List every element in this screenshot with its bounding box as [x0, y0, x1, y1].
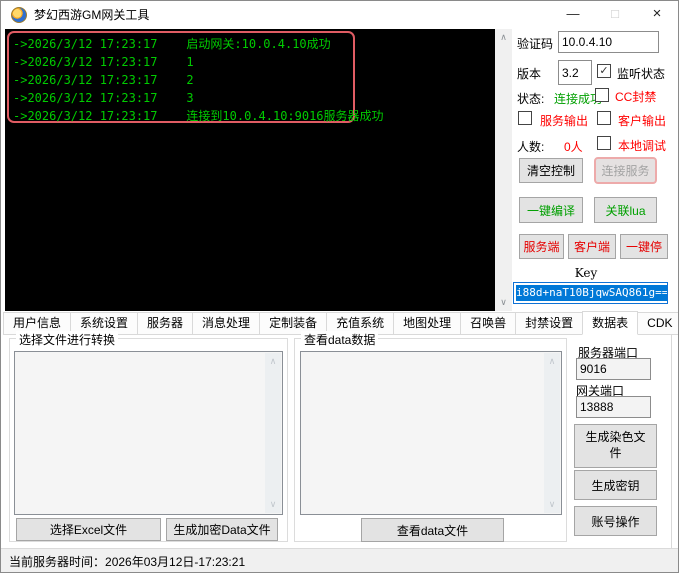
scroll-up-icon[interactable]: ∧: [265, 353, 281, 370]
server-output-label: 服务输出: [540, 112, 588, 129]
tab-message-handling[interactable]: 消息处理: [192, 312, 260, 334]
tab-summon-beast[interactable]: 召唤兽: [460, 312, 516, 334]
log-line: ->2026/3/12 17:23:17 启动网关:10.0.4.10成功: [13, 35, 384, 53]
log-line: ->2026/3/12 17:23:17 连接到10.0.4.10:9016服务…: [13, 107, 384, 125]
data-listbox[interactable]: ∧ ∨: [300, 351, 562, 515]
app-window: 梦幻西游GM网关工具 — □ × ->2026/3/12 17:23:17 启动…: [0, 0, 679, 573]
convert-groupbox: 选择文件进行转换 ∧ ∨ 选择Excel文件 生成加密Data文件: [9, 338, 288, 542]
close-icon[interactable]: ×: [636, 1, 678, 29]
cc-ban-checkbox[interactable]: [595, 88, 609, 102]
user-count-value: 0人: [564, 138, 583, 155]
server-output-checkbox[interactable]: [518, 111, 532, 125]
log-line: ->2026/3/12 17:23:17 3: [13, 89, 384, 107]
scroll-down-icon[interactable]: ∨: [544, 496, 560, 513]
link-lua-button[interactable]: 关联lua: [594, 197, 657, 223]
view-data-groupbox: 查看data数据 ∧ ∨ 查看data文件: [294, 338, 567, 542]
local-debug-label: 本地调试: [618, 137, 666, 154]
scroll-down-icon[interactable]: ∨: [495, 294, 512, 311]
compile-button[interactable]: 一键编译: [519, 197, 583, 223]
local-debug-checkbox[interactable]: [597, 136, 611, 150]
listen-status-label: 监听状态: [617, 65, 665, 82]
log-line: ->2026/3/12 17:23:17 2: [13, 71, 384, 89]
client-output-label: 客户输出: [618, 112, 666, 129]
file-listbox-scrollbar[interactable]: ∧ ∨: [265, 353, 281, 513]
scroll-up-icon[interactable]: ∧: [495, 29, 512, 46]
server-time-value: 2026年03月12日-17:23:21: [105, 553, 245, 570]
user-count-label: 人数:: [517, 138, 544, 155]
titlebar: 梦幻西游GM网关工具 — □ ×: [1, 1, 678, 29]
clear-console-button[interactable]: 清空控制: [519, 158, 583, 183]
tab-ban-settings[interactable]: 封禁设置: [515, 312, 583, 334]
window-title: 梦幻西游GM网关工具: [34, 1, 149, 29]
key-label: Key: [561, 266, 611, 280]
app-icon: [11, 7, 27, 23]
client-output-checkbox[interactable]: [597, 111, 611, 125]
gateway-port-input[interactable]: [576, 396, 651, 418]
server-side-button[interactable]: 服务端: [519, 234, 564, 259]
file-listbox[interactable]: ∧ ∨: [14, 351, 283, 515]
generate-key-button[interactable]: 生成密钥: [574, 470, 657, 500]
log-console: ->2026/3/12 17:23:17 启动网关:10.0.4.10成功 ->…: [5, 29, 495, 311]
account-operations-button[interactable]: 账号操作: [574, 506, 657, 536]
scroll-down-icon[interactable]: ∨: [265, 496, 281, 513]
tab-server[interactable]: 服务器: [137, 312, 193, 334]
console-scrollbar[interactable]: ∧ ∨: [495, 29, 512, 311]
generate-dye-file-button[interactable]: 生成染色文件: [574, 424, 657, 468]
tab-cdk[interactable]: CDK: [637, 312, 679, 334]
scroll-up-icon[interactable]: ∧: [544, 353, 560, 370]
minimize-icon[interactable]: —: [552, 1, 594, 29]
server-time-label: 当前服务器时间：: [9, 553, 105, 570]
check-icon: ✓: [599, 65, 608, 77]
status-label: 状态:: [517, 90, 544, 107]
listen-status-checkbox[interactable]: ✓: [597, 64, 611, 78]
view-data-file-button[interactable]: 查看data文件: [361, 518, 504, 542]
key-input[interactable]: i88d+naT10BjqwSAQ861g==: [513, 282, 668, 304]
version-input[interactable]: [558, 60, 592, 85]
status-bar: 当前服务器时间： 2026年03月12日-17:23:21: [1, 548, 678, 573]
key-value: i88d+naT10BjqwSAQ861g==: [516, 285, 668, 301]
generate-encrypted-data-button[interactable]: 生成加密Data文件: [166, 518, 278, 541]
server-port-input[interactable]: [576, 358, 651, 380]
captcha-label: 验证码: [517, 35, 553, 52]
convert-group-title: 选择文件进行转换: [16, 331, 118, 348]
cc-ban-label: CC封禁: [615, 88, 656, 105]
data-table-tab-page: 选择文件进行转换 ∧ ∨ 选择Excel文件 生成加密Data文件 查看data…: [3, 335, 672, 548]
select-excel-button[interactable]: 选择Excel文件: [16, 518, 161, 541]
connect-service-button: 连接服务: [594, 157, 657, 184]
tab-map-handling[interactable]: 地图处理: [393, 312, 461, 334]
captcha-input[interactable]: [558, 31, 659, 53]
log-line: ->2026/3/12 17:23:17 1: [13, 53, 384, 71]
stop-all-button[interactable]: 一键停: [620, 234, 668, 259]
client-side-button[interactable]: 客户端: [568, 234, 616, 259]
data-listbox-scrollbar[interactable]: ∧ ∨: [544, 353, 560, 513]
maximize-icon: □: [594, 1, 636, 29]
tab-data-table[interactable]: 数据表: [582, 311, 638, 335]
view-group-title: 查看data数据: [301, 331, 378, 348]
version-label: 版本: [517, 65, 541, 82]
